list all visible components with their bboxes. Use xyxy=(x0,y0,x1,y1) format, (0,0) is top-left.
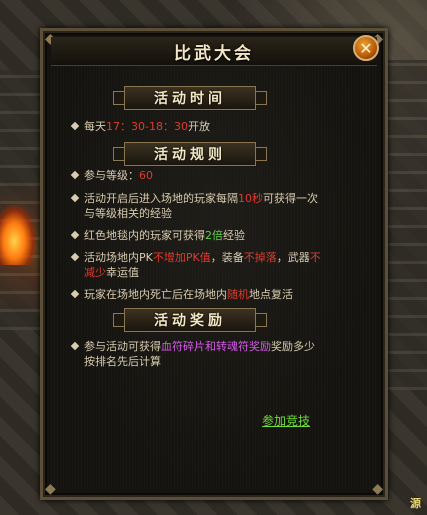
rule-text: 经验 xyxy=(223,229,245,242)
rule-text: 活动开启后进入场地的玩家每隔 xyxy=(84,192,238,205)
rule-text: ，武器 xyxy=(276,251,310,264)
section-title: 活动时间 xyxy=(154,91,226,107)
time-suffix: 开放 xyxy=(187,120,210,133)
rule-text: 活动场地内PK xyxy=(84,251,153,264)
corner-ornament-icon: ◆ xyxy=(45,481,56,497)
rule-text: 参与等级： xyxy=(84,169,139,182)
section-title: 活动奖励 xyxy=(154,313,226,329)
rule-highlight: 不增加PK值 xyxy=(152,251,211,264)
time-range: 17：30-18：30 xyxy=(106,120,188,133)
reward-item: 参与活动可获得血符碎片和转魂符奖励奖励多少按排名先后计算 xyxy=(70,339,324,369)
rule-text: 玩家在场地内死亡后在场地内 xyxy=(84,288,227,301)
rule-highlight: 60 xyxy=(139,169,153,182)
section-header-rewards: 活动奖励 xyxy=(113,308,267,332)
corner-tag: 源 xyxy=(410,497,421,510)
rule-item: 参与等级：60 xyxy=(70,168,324,183)
corner-ornament-icon: ◆ xyxy=(372,481,383,497)
reward-highlight: 血符碎片和转魂符奖励 xyxy=(161,340,271,353)
rule-highlight: 随机 xyxy=(227,288,249,301)
rule-highlight: 不掉落 xyxy=(243,251,277,264)
flame-effect xyxy=(0,205,36,265)
rule-text: 红色地毯内的玩家可获得 xyxy=(84,229,205,242)
section-header-rules: 活动规则 xyxy=(113,142,267,166)
rule-text: 幸运值 xyxy=(106,266,139,279)
section-header-time: 活动时间 xyxy=(113,86,267,110)
rule-text: 地点复活 xyxy=(249,288,293,301)
section-title: 活动规则 xyxy=(154,147,226,163)
background-pattern-right xyxy=(387,60,427,390)
rule-item: 红色地毯内的玩家可获得2倍经验 xyxy=(70,228,324,243)
join-competition-link[interactable]: 参加竞技 xyxy=(262,412,310,429)
rule-item: 活动场地内PK不增加PK值，装备不掉落，武器不减少幸运值 xyxy=(70,250,324,280)
rule-item: 玩家在场地内死亡后在场地内随机地点复活 xyxy=(70,287,324,302)
close-icon: ✕ xyxy=(359,38,373,58)
title-bar: 比武大会 ✕ xyxy=(51,35,379,66)
reward-text: 参与活动可获得 xyxy=(84,340,161,353)
rule-highlight: 10秒 xyxy=(238,192,263,205)
rule-item: 活动开启后进入场地的玩家每隔10秒可获得一次与等级相关的经验 xyxy=(70,191,324,221)
rule-highlight: 2倍 xyxy=(205,229,223,242)
background-pattern-left xyxy=(0,70,40,330)
rule-text: ，装备 xyxy=(210,251,244,264)
close-button[interactable]: ✕ xyxy=(353,35,379,61)
time-prefix: 每天 xyxy=(84,120,106,133)
panel-title: 比武大会 xyxy=(174,43,254,64)
time-item: 每天17：30-18：30开放 xyxy=(70,119,324,134)
